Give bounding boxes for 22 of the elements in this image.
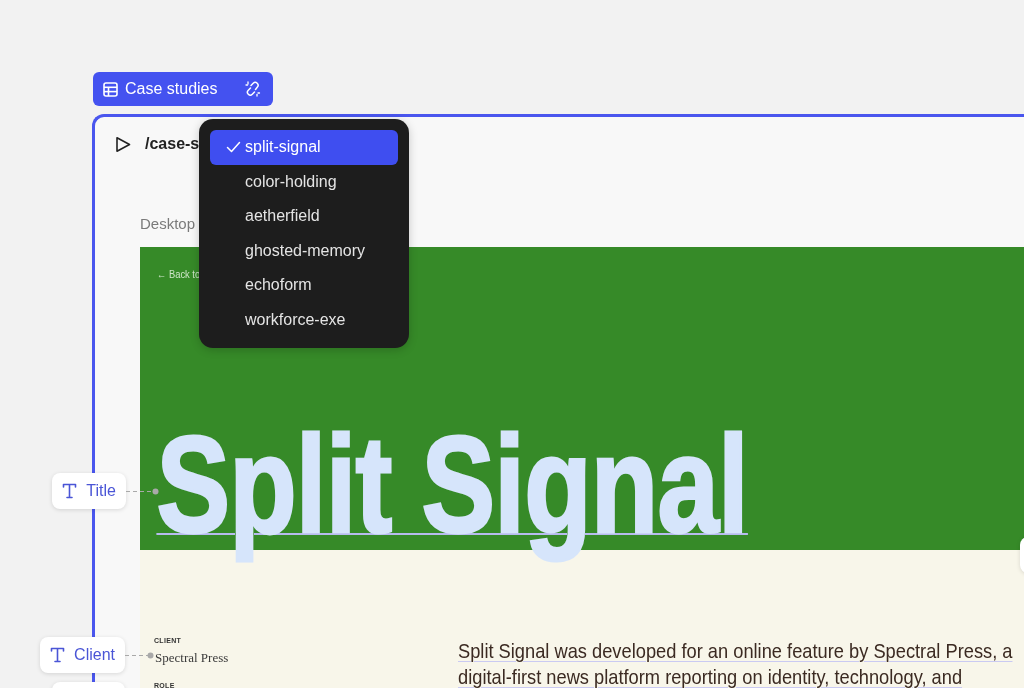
play-icon[interactable] [115,136,131,153]
intro-paragraph: Split Signal was developed for an online feature by Spectral Press, a digital-first news platform reporting on identity, technology, and [458,638,1013,688]
menu-item[interactable]: color-holding [210,164,398,199]
connector-line [126,488,159,495]
route-path[interactable]: /case-s [145,136,200,152]
menu-item[interactable]: workforce-exe [210,302,398,337]
menu-item[interactable]: echoform [210,268,398,303]
connector-line [125,652,154,659]
text-icon [50,647,66,663]
field-tag[interactable]: Title [52,473,126,509]
check-icon [226,141,241,154]
page-title: Split Signal [155,406,749,563]
text-icon [62,483,78,499]
detail-value: Spectral Press [155,650,229,666]
unlink-icon [244,81,261,97]
menu-item[interactable]: ghosted-memory [210,233,398,268]
collection-tag[interactable]: Case studies [93,72,273,106]
field-tag[interactable]: Client [40,637,125,673]
menu-item[interactable]: split-signal [210,130,398,165]
viewport-label: Desktop [140,215,196,233]
menu-item[interactable]: aetherfield [210,199,398,234]
table-icon [103,81,118,97]
